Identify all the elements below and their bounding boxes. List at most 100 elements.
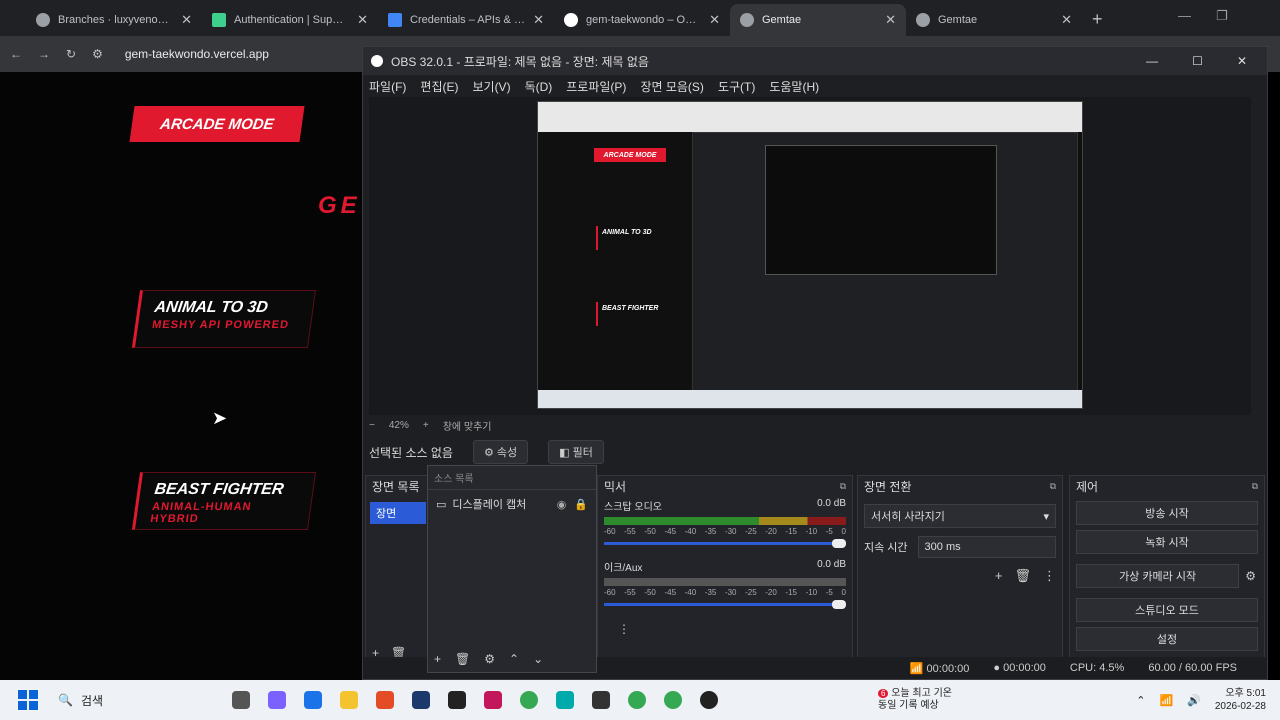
url-field[interactable]: gem-taekwondo.vercel.app bbox=[125, 47, 269, 61]
maximize-icon[interactable]: ☐ bbox=[1192, 54, 1203, 68]
weather-widget[interactable]: 6 오늘 최고 기온 동일 기록 예상 bbox=[878, 688, 952, 712]
globe-icon bbox=[916, 13, 930, 27]
chevron-up-icon[interactable]: ⌃ bbox=[1136, 694, 1145, 707]
minimize-icon[interactable]: — bbox=[1146, 54, 1158, 68]
studio-mode-button[interactable]: 스튜디오 모드 bbox=[1076, 598, 1258, 622]
menu-view[interactable]: 보기(V) bbox=[472, 78, 510, 95]
forward-icon[interactable]: → bbox=[38, 47, 50, 61]
feature-card[interactable]: ANIMAL TO 3D MESHY API POWERED bbox=[131, 290, 317, 348]
unity-icon[interactable] bbox=[448, 691, 466, 709]
browser-tab-active[interactable]: Gemtae ✕ bbox=[730, 4, 906, 36]
feature-card[interactable]: BEAST FIGHTER ANIMAL-HUMAN HYBRID bbox=[131, 472, 317, 530]
start-recording-button[interactable]: 녹화 시작 bbox=[1076, 530, 1258, 554]
settings-button[interactable]: 설정 bbox=[1076, 627, 1258, 651]
browser-tab[interactable]: Gemtae ✕ bbox=[906, 4, 1082, 36]
close-icon[interactable]: ✕ bbox=[709, 12, 720, 28]
start-streaming-button[interactable]: 방송 시작 bbox=[1076, 501, 1258, 525]
menu-profile[interactable]: 프로파일(P) bbox=[566, 78, 626, 95]
back-icon[interactable]: ← bbox=[10, 47, 22, 61]
chevron-up-icon[interactable]: ⌃ bbox=[509, 652, 519, 666]
filters-button[interactable]: ◧ 필터 bbox=[548, 440, 604, 464]
globe-icon bbox=[740, 13, 754, 27]
app-icon[interactable] bbox=[556, 691, 574, 709]
taskbar-search[interactable]: 🔍 검색 bbox=[58, 692, 208, 709]
dock-float-icon[interactable]: ⧉ bbox=[1252, 481, 1258, 492]
reload-icon[interactable]: ↻ bbox=[66, 47, 76, 61]
chrome-icon[interactable] bbox=[664, 691, 682, 709]
eye-icon[interactable]: ◉ bbox=[557, 498, 567, 511]
edge-icon[interactable] bbox=[304, 691, 322, 709]
close-icon[interactable]: ✕ bbox=[533, 12, 544, 28]
close-icon[interactable]: ✕ bbox=[885, 12, 896, 28]
duration-input[interactable]: 300 ms bbox=[917, 536, 1056, 558]
chrome-icon[interactable] bbox=[520, 691, 538, 709]
weather-line2: 동일 기록 예상 bbox=[878, 700, 939, 711]
close-icon[interactable]: ✕ bbox=[181, 12, 192, 28]
close-icon[interactable]: ✕ bbox=[1061, 12, 1072, 28]
new-tab-button[interactable]: + bbox=[1082, 9, 1113, 36]
browser-tab[interactable]: gem-taekwondo – Overvi ✕ bbox=[554, 4, 730, 36]
clock-date: 2026-02-28 bbox=[1214, 701, 1266, 712]
source-item[interactable]: ▭ 디스플레이 캡처 ◉ 🔒 bbox=[428, 490, 596, 518]
gear-icon[interactable]: ⚙ bbox=[484, 652, 495, 666]
dock-float-icon[interactable]: ⧉ bbox=[1050, 481, 1056, 492]
transitions-title: 장면 전환 bbox=[864, 479, 912, 494]
maximize-icon[interactable]: ❐ bbox=[1216, 8, 1228, 24]
close-icon[interactable]: ✕ bbox=[357, 12, 368, 28]
obs-menu-bar: 파일(F) 편집(E) 보기(V) 독(D) 프로파일(P) 장면 모음(S) … bbox=[363, 75, 1267, 97]
snipping-tool-icon[interactable] bbox=[268, 691, 286, 709]
arcade-mode-badge[interactable]: ARCADE MODE bbox=[129, 106, 305, 142]
file-explorer-icon[interactable] bbox=[340, 691, 358, 709]
volume-slider[interactable] bbox=[604, 539, 846, 548]
windows-start-icon[interactable] bbox=[18, 690, 38, 710]
menu-help[interactable]: 도움말(H) bbox=[769, 78, 819, 95]
close-icon[interactable]: ✕ bbox=[1237, 54, 1247, 68]
mixer-menu-icon[interactable]: ⋮ bbox=[598, 608, 852, 650]
obs-icon[interactable] bbox=[700, 691, 718, 709]
volume-icon[interactable]: 🔊 bbox=[1187, 694, 1201, 707]
transition-select[interactable]: 서서히 사라지기 ▾ bbox=[864, 504, 1056, 528]
jetbrains-icon[interactable] bbox=[484, 691, 502, 709]
program-preview[interactable]: ARCADE MODE ANIMAL TO 3D BEAST FIGHTER bbox=[537, 101, 1083, 409]
menu-edit[interactable]: 편집(E) bbox=[420, 78, 458, 95]
menu-tools[interactable]: 도구(T) bbox=[718, 78, 755, 95]
zoom-out-icon[interactable]: − bbox=[369, 420, 375, 431]
menu-dock[interactable]: 독(D) bbox=[525, 78, 553, 95]
lock-icon[interactable]: 🔒 bbox=[574, 498, 588, 511]
task-view-icon[interactable] bbox=[232, 691, 250, 709]
add-icon[interactable]: + bbox=[995, 568, 1003, 584]
menu-scene-collection[interactable]: 장면 모음(S) bbox=[640, 78, 704, 95]
menu-file[interactable]: 파일(F) bbox=[369, 78, 406, 95]
clock[interactable]: 오후 5:01 2026-02-28 bbox=[1215, 687, 1266, 713]
browser-tab[interactable]: Authentication | Supabase ✕ bbox=[202, 4, 378, 36]
browser-tab[interactable]: Branches · luxyvenom/ge ✕ bbox=[26, 4, 202, 36]
zoom-in-icon[interactable]: + bbox=[423, 420, 429, 431]
properties-button[interactable]: ⚙ 속성 bbox=[472, 440, 529, 464]
more-icon[interactable]: ⋮ bbox=[1043, 568, 1056, 584]
figma-icon[interactable] bbox=[376, 691, 394, 709]
fit-to-window-button[interactable]: 창에 맞추기 bbox=[443, 418, 492, 433]
trash-icon[interactable]: 🗑 bbox=[455, 652, 470, 666]
add-icon[interactable]: + bbox=[434, 652, 441, 666]
start-virtual-camera-button[interactable]: 가상 카메라 시작 bbox=[1076, 564, 1240, 588]
card-subtitle: ANIMAL-HUMAN HYBRID bbox=[149, 501, 253, 525]
browser-tab[interactable]: Credentials – APIs & Serv ✕ bbox=[378, 4, 554, 36]
site-info-icon[interactable]: ⚙ bbox=[92, 47, 103, 61]
chevron-down-icon[interactable]: ⌄ bbox=[533, 652, 543, 666]
chrome-icon[interactable] bbox=[628, 691, 646, 709]
scene-item[interactable]: 장면 bbox=[370, 502, 426, 524]
network-icon[interactable]: 📶 bbox=[1159, 694, 1173, 707]
window-title: OBS 32.0.1 - 프로파일: 제목 없음 - 장면: 제목 없음 bbox=[391, 54, 649, 69]
terminal-icon[interactable] bbox=[592, 691, 610, 709]
sources-filter-input[interactable]: 소스 목록 bbox=[428, 466, 596, 490]
gear-icon[interactable]: ⚙ bbox=[1245, 569, 1256, 583]
zoom-level: 42% bbox=[388, 419, 409, 431]
transition-value: 서서히 사라지기 bbox=[871, 511, 945, 523]
trash-icon[interactable]: 🗑 bbox=[1014, 568, 1031, 584]
volume-slider[interactable] bbox=[604, 600, 846, 609]
card-heading: ANIMAL TO 3D bbox=[153, 299, 270, 316]
dock-float-icon[interactable]: ⧉ bbox=[840, 481, 846, 492]
notification-badge: 6 bbox=[878, 689, 889, 698]
app-icon[interactable] bbox=[412, 691, 430, 709]
minimize-icon[interactable]: — bbox=[1178, 8, 1191, 23]
